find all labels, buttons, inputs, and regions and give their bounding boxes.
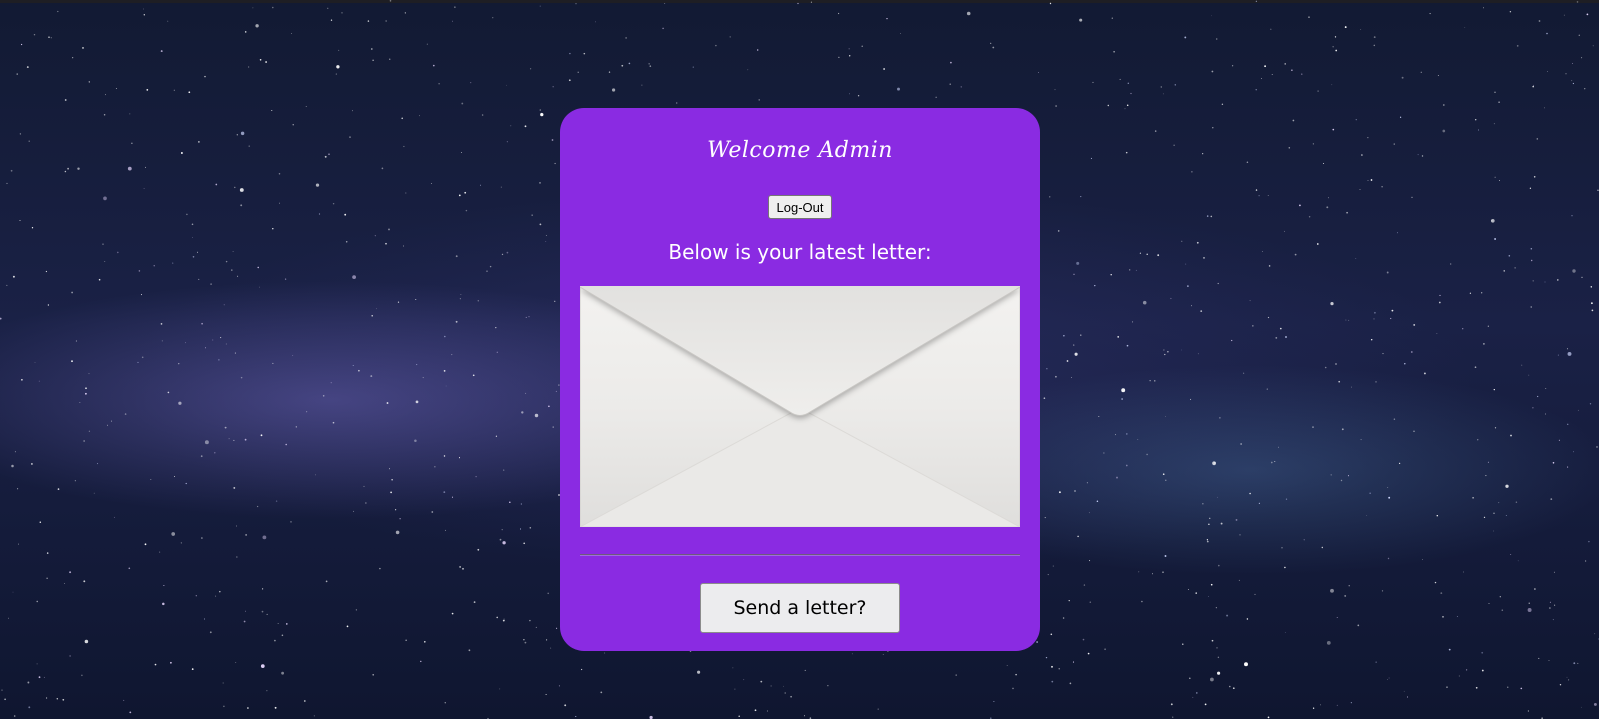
envelope-icon[interactable] [579, 285, 1021, 528]
divider [580, 554, 1020, 556]
welcome-title: Welcome Admin [707, 138, 893, 163]
latest-letter-label: Below is your latest letter: [668, 240, 932, 264]
letter-card: Welcome Admin Log-Out Below is your late… [560, 108, 1040, 651]
logout-button[interactable]: Log-Out [768, 195, 832, 219]
top-border [0, 0, 1599, 3]
envelope-graphic [579, 285, 1021, 528]
send-letter-button[interactable]: Send a letter? [700, 583, 900, 633]
